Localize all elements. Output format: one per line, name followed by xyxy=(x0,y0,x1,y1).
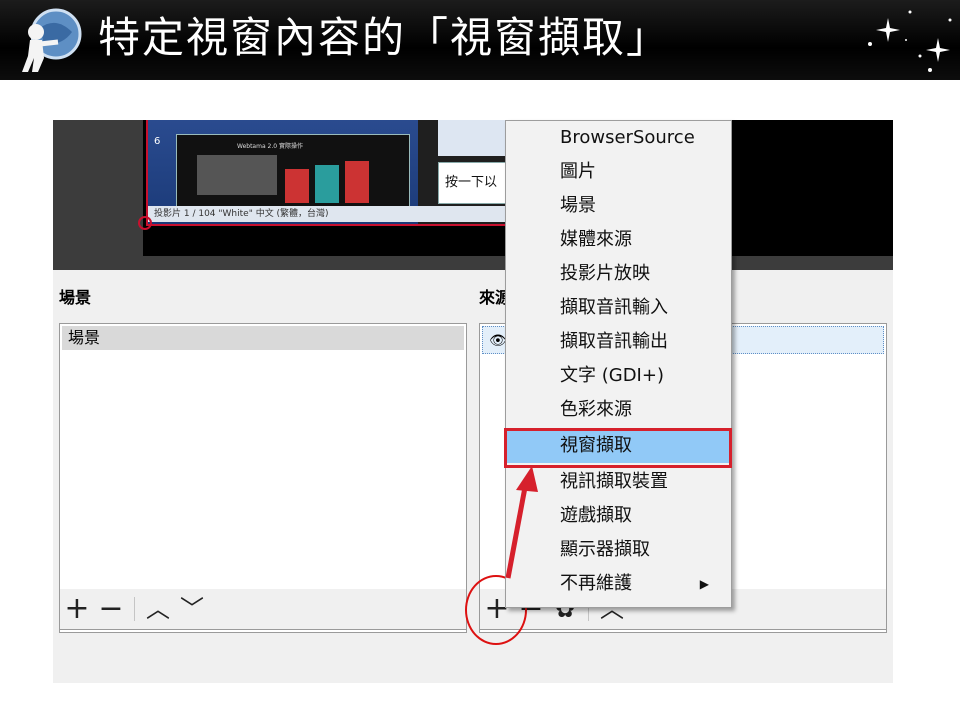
toolbar-divider xyxy=(134,597,135,621)
thumbnail-device xyxy=(285,169,309,203)
scenes-toolbar: + − ︿ ﹀ xyxy=(59,589,467,630)
captured-powerpoint-window: 6 Webtama 2.0 實際操作 按一下以 投影片 1 / 104 "Whi… xyxy=(146,120,630,226)
thumbnail-device xyxy=(345,161,369,203)
move-scene-up-button[interactable]: ︿ xyxy=(141,594,175,624)
menu-item-audio-input-capture[interactable]: 擷取音訊輸入 xyxy=(506,291,731,325)
move-scene-down-button[interactable]: ﹀ xyxy=(175,594,209,624)
powerpoint-status-bar: 投影片 1 / 104 "White" 中文 (繁體，台灣) xyxy=(148,206,544,222)
scene-list-item[interactable]: 場景 xyxy=(62,326,464,350)
slide-number: 6 xyxy=(154,136,161,147)
menu-item-browsersource[interactable]: BrowserSource xyxy=(506,121,731,155)
submenu-arrow-icon: ▶ xyxy=(699,577,709,591)
thumbnail-device xyxy=(197,155,277,195)
menu-item-media-source[interactable]: 媒體來源 xyxy=(506,223,731,257)
scenes-label: 場景 xyxy=(59,288,92,307)
thumbnail-title: Webtama 2.0 實際操作 xyxy=(237,143,303,150)
menu-item-text-gdi[interactable]: 文字 (GDI+) xyxy=(506,359,731,393)
menu-item-deprecated-label: 不再維護 xyxy=(560,573,632,594)
slide-title-bar: 特定視窗內容的「視窗擷取」 xyxy=(0,0,960,80)
add-scene-button[interactable]: + xyxy=(60,594,94,624)
menu-item-color-source[interactable]: 色彩來源 xyxy=(506,393,731,427)
slide-title: 特定視窗內容的「視窗擷取」 xyxy=(98,13,671,62)
obs-screenshot: 6 Webtama 2.0 實際操作 按一下以 投影片 1 / 104 "Whi… xyxy=(53,120,893,683)
menu-item-audio-output-capture[interactable]: 擷取音訊輸出 xyxy=(506,325,731,359)
remove-scene-button[interactable]: − xyxy=(94,594,128,624)
thumbnail-device xyxy=(315,165,339,203)
sparkle-decoration xyxy=(868,10,952,72)
menu-item-scene[interactable]: 場景 xyxy=(506,189,731,223)
notes-text: 按一下以 xyxy=(445,175,498,190)
slide-thumbnail: Webtama 2.0 實際操作 xyxy=(176,134,410,210)
figure-with-globe-logo xyxy=(22,8,82,72)
annotation-arrow xyxy=(505,466,538,579)
menu-item-image[interactable]: 圖片 xyxy=(506,155,731,189)
menu-item-slideshow[interactable]: 投影片放映 xyxy=(506,257,731,291)
preview-canvas: 6 Webtama 2.0 實際操作 按一下以 投影片 1 / 104 "Whi… xyxy=(53,120,893,270)
preview-resize-handle[interactable] xyxy=(138,216,152,230)
scenes-list[interactable]: 場景 xyxy=(59,323,467,633)
